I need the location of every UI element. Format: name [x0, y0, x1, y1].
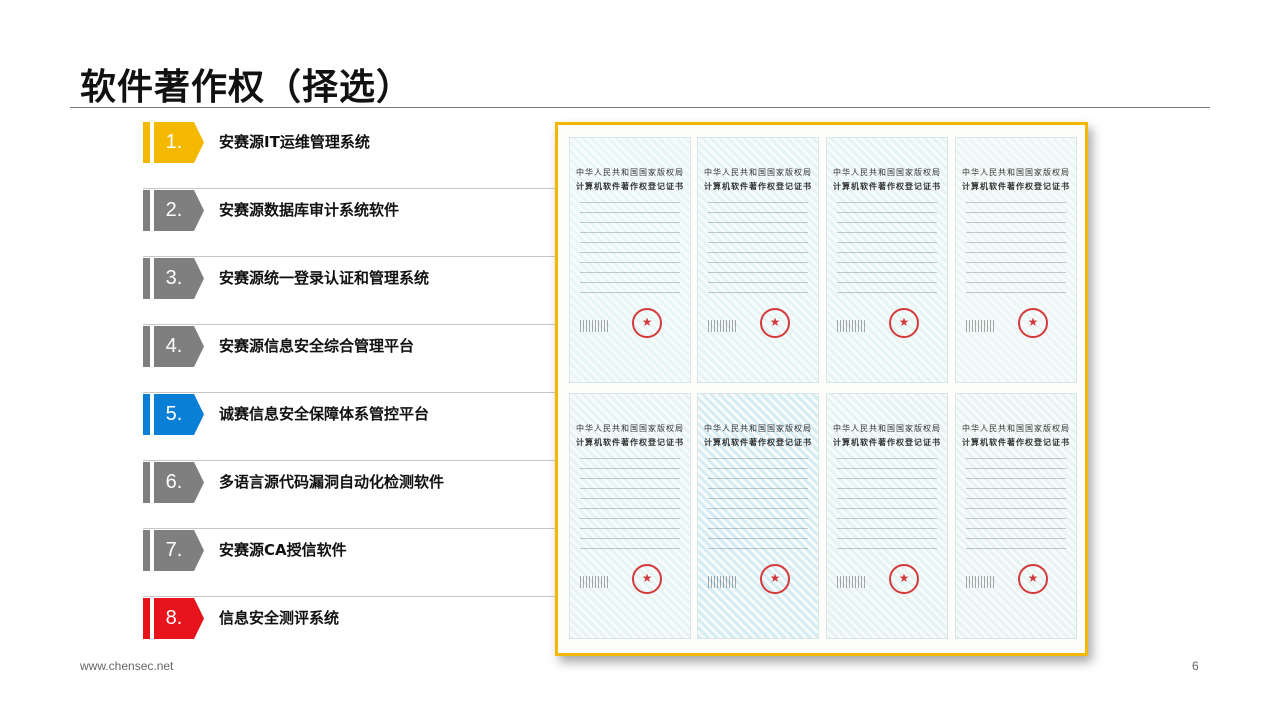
certificate-issuer: 中华人民共和国国家版权局	[704, 168, 812, 177]
software-list: 1. 安赛源IT运维管理系统 2. 安赛源数据库审计系统软件 3. 安赛源统一登…	[143, 121, 555, 665]
certificate-title: 计算机软件著作权登记证书	[704, 181, 812, 191]
item-number: 8.	[165, 607, 183, 629]
certificate-title: 计算机软件著作权登记证书	[704, 437, 812, 447]
copyright-certificate: 中华人民共和国国家版权局 计算机软件著作权登记证书 ★	[569, 137, 691, 383]
accent-bar	[143, 122, 150, 163]
copyright-certificate: 中华人民共和国国家版权局 计算机软件著作权登记证书 ★	[569, 393, 691, 639]
item-label: 诚赛信息安全保障体系管控平台	[219, 405, 430, 423]
item-number: 5.	[165, 403, 183, 425]
item-number: 4.	[165, 335, 183, 357]
accent-bar	[143, 326, 150, 367]
certificate-fields	[708, 202, 808, 302]
list-item: 5. 诚赛信息安全保障体系管控平台	[143, 393, 555, 461]
item-number: 1.	[165, 131, 183, 153]
certificate-title: 计算机软件著作权登记证书	[576, 181, 684, 191]
item-label: 安赛源统一登录认证和管理系统	[219, 269, 430, 287]
item-number: 7.	[165, 539, 183, 561]
accent-bar	[143, 394, 150, 435]
item-number: 6.	[165, 471, 183, 493]
item-label: 安赛源CA授信软件	[219, 541, 347, 559]
certificate-title: 计算机软件著作权登记证书	[833, 437, 941, 447]
item-label: 安赛源数据库审计系统软件	[219, 201, 400, 219]
item-number: 2.	[165, 199, 183, 221]
official-seal-icon: ★	[632, 308, 662, 338]
accent-bar	[143, 462, 150, 503]
official-seal-icon: ★	[889, 308, 919, 338]
slide-title: 软件著作权（择选）	[80, 67, 414, 108]
list-item: 8. 信息安全测评系统	[143, 597, 555, 665]
certificate-title: 计算机软件著作权登记证书	[833, 181, 941, 191]
list-item: 2. 安赛源数据库审计系统软件	[143, 189, 555, 257]
barcode-icon	[837, 576, 865, 588]
certificate-title: 计算机软件著作权登记证书	[962, 437, 1070, 447]
copyright-certificate: 中华人民共和国国家版权局 计算机软件著作权登记证书 ★	[955, 137, 1077, 383]
title-divider	[70, 107, 1210, 108]
certificate-issuer: 中华人民共和国国家版权局	[576, 168, 684, 177]
list-item: 1. 安赛源IT运维管理系统	[143, 121, 555, 189]
certificate-issuer: 中华人民共和国国家版权局	[962, 424, 1070, 433]
item-label: 多语言源代码漏洞自动化检测软件	[219, 473, 445, 491]
barcode-icon	[708, 320, 736, 332]
certificate-fields	[837, 458, 937, 558]
copyright-certificate: 中华人民共和国国家版权局 计算机软件著作权登记证书 ★	[697, 393, 819, 639]
item-number: 3.	[165, 267, 183, 289]
barcode-icon	[966, 576, 994, 588]
certificate-fields	[966, 202, 1066, 302]
item-label: 安赛源IT运维管理系统	[219, 133, 370, 151]
official-seal-icon: ★	[1018, 564, 1048, 594]
certificate-issuer: 中华人民共和国国家版权局	[833, 424, 941, 433]
accent-bar	[143, 530, 150, 571]
certificate-title: 计算机软件著作权登记证书	[576, 437, 684, 447]
certificate-issuer: 中华人民共和国国家版权局	[576, 424, 684, 433]
copyright-certificate: 中华人民共和国国家版权局 计算机软件著作权登记证书 ★	[955, 393, 1077, 639]
certificate-title: 计算机软件著作权登记证书	[962, 181, 1070, 191]
copyright-certificate: 中华人民共和国国家版权局 计算机软件著作权登记证书 ★	[826, 393, 948, 639]
list-item: 4. 安赛源信息安全综合管理平台	[143, 325, 555, 393]
item-label: 安赛源信息安全综合管理平台	[219, 337, 415, 355]
official-seal-icon: ★	[760, 308, 790, 338]
list-item: 6. 多语言源代码漏洞自动化检测软件	[143, 461, 555, 529]
certificate-fields	[580, 458, 680, 558]
barcode-icon	[580, 576, 608, 588]
official-seal-icon: ★	[632, 564, 662, 594]
official-seal-icon: ★	[1018, 308, 1048, 338]
barcode-icon	[580, 320, 608, 332]
copyright-certificate: 中华人民共和国国家版权局 计算机软件著作权登记证书 ★	[826, 137, 948, 383]
certificate-fields	[837, 202, 937, 302]
accent-bar	[143, 258, 150, 299]
barcode-icon	[708, 576, 736, 588]
certificate-fields	[580, 202, 680, 302]
list-item: 7. 安赛源CA授信软件	[143, 529, 555, 597]
certificate-issuer: 中华人民共和国国家版权局	[704, 424, 812, 433]
item-label: 信息安全测评系统	[219, 609, 340, 627]
footer-url: www.chensec.net	[80, 659, 174, 673]
certificate-issuer: 中华人民共和国国家版权局	[833, 168, 941, 177]
accent-bar	[143, 190, 150, 231]
copyright-certificate: 中华人民共和国国家版权局 计算机软件著作权登记证书 ★	[697, 137, 819, 383]
barcode-icon	[966, 320, 994, 332]
list-item: 3. 安赛源统一登录认证和管理系统	[143, 257, 555, 325]
official-seal-icon: ★	[889, 564, 919, 594]
official-seal-icon: ★	[760, 564, 790, 594]
certificate-fields	[966, 458, 1066, 558]
certificate-fields	[708, 458, 808, 558]
page-number: 6	[1192, 659, 1199, 673]
certificate-issuer: 中华人民共和国国家版权局	[962, 168, 1070, 177]
accent-bar	[143, 598, 150, 639]
barcode-icon	[837, 320, 865, 332]
certificates-frame: 中华人民共和国国家版权局 计算机软件著作权登记证书 ★ 中华人民共和国国家版权局 计算机…	[555, 122, 1088, 656]
